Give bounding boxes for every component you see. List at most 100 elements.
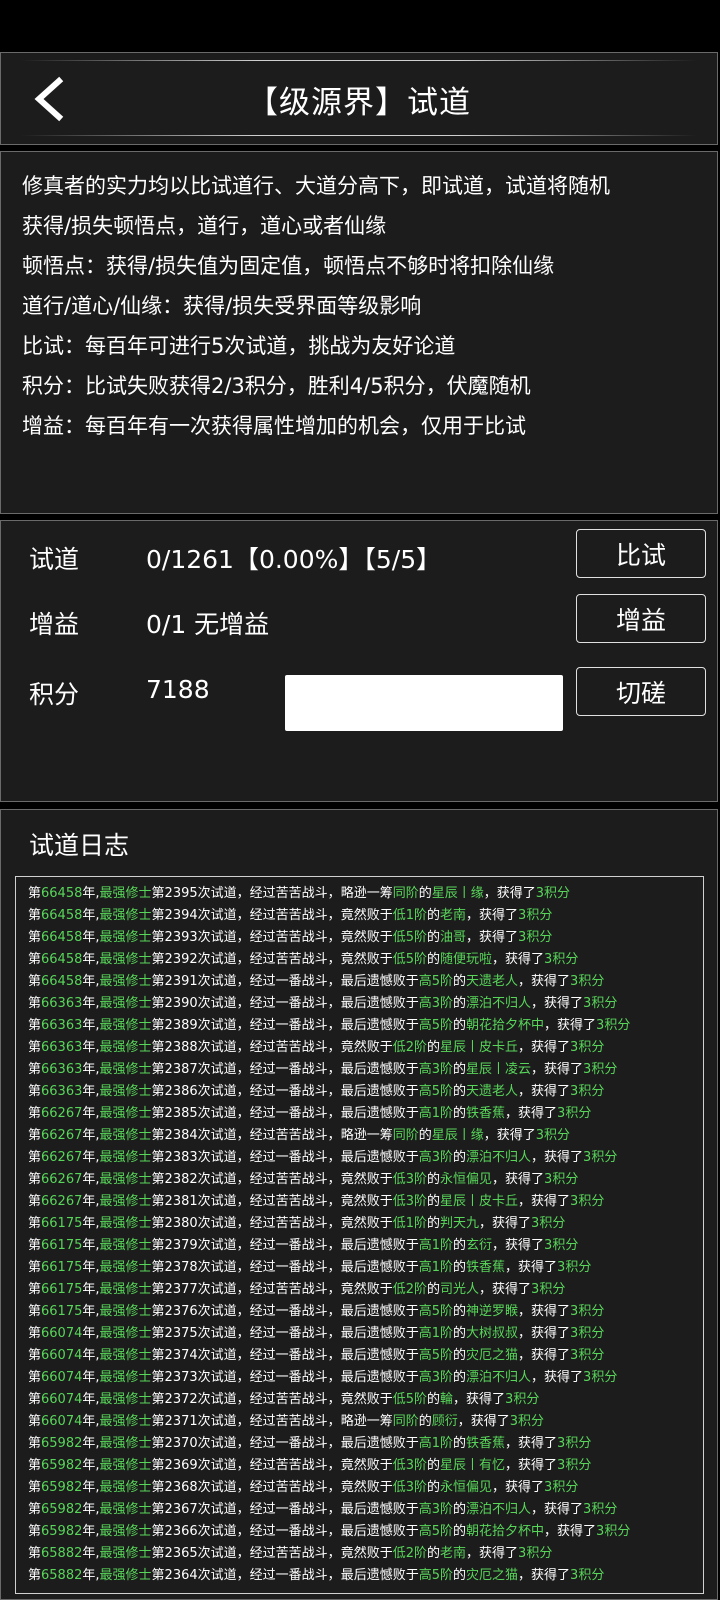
log-list[interactable]: 第66458年,最强修士第2395次试道，经过苦苦战斗，略逊一筹同阶的星辰丨缘，… <box>15 876 704 1594</box>
log-trial-number: 2371 <box>164 1414 198 1429</box>
log-text: ， <box>327 1150 341 1165</box>
log-result: 略逊一筹 <box>340 1414 393 1429</box>
log-text: ， <box>327 1524 341 1539</box>
buff-button[interactable]: 增益 <box>576 594 706 643</box>
log-text: 第 <box>151 1304 165 1319</box>
log-actor: 最强修士 <box>99 1568 152 1583</box>
log-text: ， <box>327 1238 341 1253</box>
log-text: 次试道， <box>197 974 250 989</box>
log-fight: 经过苦苦战斗 <box>249 1392 328 1407</box>
log-opponent: 天遗老人 <box>466 1084 519 1099</box>
log-fight: 经过一番战斗 <box>249 1084 328 1099</box>
log-entry: 第66267年,最强修士第2384次试道，经过苦苦战斗，略逊一筹同阶的星辰丨缘，… <box>28 1125 703 1147</box>
log-trial-number: 2376 <box>164 1304 198 1319</box>
log-entry: 第66267年,最强修士第2383次试道，经过一番战斗，最后遗憾败于高3阶的漂泊… <box>28 1147 703 1169</box>
log-entry: 第65982年,最强修士第2368次试道，经过苦苦战斗，竟然败于低3阶的永恒偏见… <box>28 1477 703 1499</box>
log-opponent: 司光人 <box>440 1282 480 1297</box>
log-result: 最后遗憾败于 <box>340 1150 419 1165</box>
log-result: 最后遗憾败于 <box>340 1106 419 1121</box>
log-result: 竟然败于 <box>340 1392 393 1407</box>
log-text: ， <box>327 1084 341 1099</box>
log-text: ，获得了 <box>518 1568 571 1583</box>
trial-button[interactable]: 比试 <box>576 529 706 578</box>
log-text: 的 <box>452 996 466 1011</box>
spar-button[interactable]: 切磋 <box>576 667 706 716</box>
log-entry: 第66458年,最强修士第2393次试道，经过苦苦战斗，竟然败于低5阶的油哥，获… <box>28 927 703 949</box>
log-actor: 最强修士 <box>99 908 152 923</box>
log-result: 最后遗憾败于 <box>340 1370 419 1385</box>
log-prefix: 第 <box>28 1458 42 1473</box>
log-level: 高3阶 <box>418 996 453 1011</box>
score-input[interactable] <box>285 675 563 731</box>
log-text: 第 <box>151 1568 165 1583</box>
log-text: 年, <box>82 1348 100 1363</box>
log-text: 年, <box>82 996 100 1011</box>
log-text: ， <box>327 1546 341 1561</box>
log-points-unit: 积分 <box>526 908 553 923</box>
log-prefix: 第 <box>28 1392 42 1407</box>
log-entry: 第66175年,最强修士第2379次试道，经过一番战斗，最后遗憾败于高1阶的玄衍… <box>28 1235 703 1257</box>
log-text: 第 <box>151 1458 165 1473</box>
log-text: 第 <box>151 1414 165 1429</box>
log-entry: 第65982年,最强修士第2370次试道，经过一番战斗，最后遗憾败于高1阶的铁香… <box>28 1433 703 1455</box>
log-text: ， <box>327 1436 341 1451</box>
log-text: 年, <box>82 1238 100 1253</box>
log-text: 次试道， <box>197 930 250 945</box>
log-text: 次试道， <box>197 1260 250 1275</box>
log-points-unit: 积分 <box>578 1040 605 1055</box>
log-level: 低5阶 <box>392 930 427 945</box>
log-text: 年, <box>82 1216 100 1231</box>
log-prefix: 第 <box>28 1546 42 1561</box>
log-opponent: 油哥 <box>440 930 467 945</box>
log-year: 65982 <box>41 1436 83 1451</box>
log-trial-number: 2380 <box>164 1216 198 1231</box>
log-text: ， <box>327 1568 341 1583</box>
log-actor: 最强修士 <box>99 1282 152 1297</box>
log-text: ， <box>327 930 341 945</box>
log-result: 竟然败于 <box>340 1282 393 1297</box>
log-points-unit: 积分 <box>544 1128 571 1143</box>
log-text: ， <box>327 1018 341 1033</box>
log-text: 第 <box>151 1150 165 1165</box>
log-text: ， <box>327 1348 341 1363</box>
log-result: 竟然败于 <box>340 952 393 967</box>
log-text: 的 <box>426 930 440 945</box>
log-text: 次试道， <box>197 1480 250 1495</box>
log-actor: 最强修士 <box>99 1502 152 1517</box>
log-text: ， <box>327 908 341 923</box>
log-opponent: 星辰丨皮卡丘 <box>440 1194 519 1209</box>
log-points-unit: 积分 <box>552 1172 579 1187</box>
log-prefix: 第 <box>28 1326 42 1341</box>
log-text: 的 <box>452 1238 466 1253</box>
log-text: 次试道， <box>197 1436 250 1451</box>
log-year: 66363 <box>41 1018 83 1033</box>
log-text: 的 <box>426 1458 440 1473</box>
log-actor: 最强修士 <box>99 1392 152 1407</box>
log-result: 最后遗憾败于 <box>340 1568 419 1583</box>
log-points-unit: 积分 <box>526 1546 553 1561</box>
log-text: 第 <box>151 1106 165 1121</box>
log-trial-number: 2385 <box>164 1106 198 1121</box>
log-actor: 最强修士 <box>99 1062 152 1077</box>
log-text: ， <box>327 1370 341 1385</box>
log-level: 高3阶 <box>418 1370 453 1385</box>
log-entry: 第66267年,最强修士第2385次试道，经过一番战斗，最后遗憾败于高1阶的铁香… <box>28 1103 703 1125</box>
log-text: 年, <box>82 1458 100 1473</box>
log-text: 第 <box>151 1348 165 1363</box>
log-text: ，获得了 <box>518 1194 571 1209</box>
log-trial-number: 2365 <box>164 1546 198 1561</box>
log-fight: 经过苦苦战斗 <box>249 1546 328 1561</box>
log-result: 最后遗憾败于 <box>340 1018 419 1033</box>
log-text: 第 <box>151 1524 165 1539</box>
log-text: ，获得了 <box>531 1150 584 1165</box>
log-year: 66267 <box>41 1172 83 1187</box>
log-text: 第 <box>151 1216 165 1231</box>
log-actor: 最强修士 <box>99 1018 152 1033</box>
score-label: 积分 <box>29 680 80 709</box>
log-text: ， <box>327 1304 341 1319</box>
log-panel: 试道日志 第66458年,最强修士第2395次试道，经过苦苦战斗，略逊一筹同阶的… <box>0 809 718 1600</box>
log-prefix: 第 <box>28 1128 42 1143</box>
log-points-unit: 积分 <box>578 1348 605 1363</box>
log-opponent: 老南 <box>440 1546 467 1561</box>
log-text: ， <box>327 1194 341 1209</box>
